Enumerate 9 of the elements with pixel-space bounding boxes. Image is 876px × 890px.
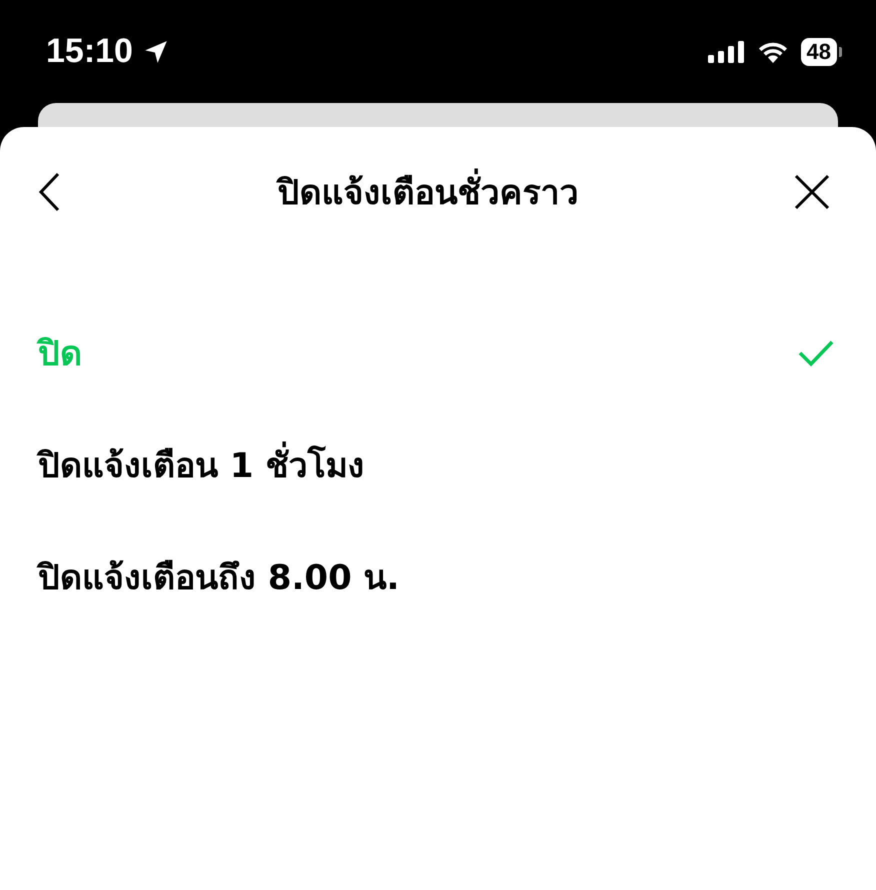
back-button[interactable]	[38, 172, 62, 212]
checkmark-icon	[798, 339, 834, 367]
status-time: 15:10	[46, 32, 133, 71]
signal-icon	[706, 40, 745, 62]
location-arrow-icon	[142, 38, 169, 64]
close-button[interactable]	[794, 174, 830, 210]
option-item[interactable]: ปิดแจ้งเตือน 1 ชั่วโมง	[0, 409, 876, 521]
option-item[interactable]: ปิดแจ้งเตือนถึง 8.00 น.	[0, 521, 876, 633]
sheet-title: ปิดแจ้งเตือนชั่วคราว	[278, 165, 578, 219]
